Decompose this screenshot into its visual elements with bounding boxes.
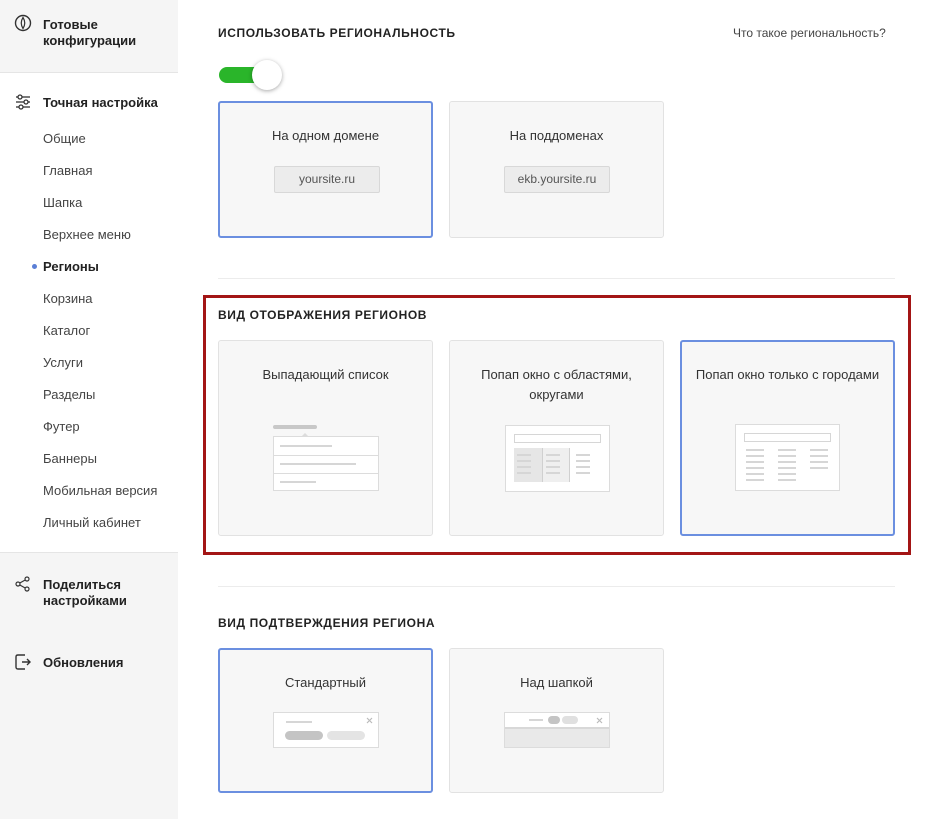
- regionality-help-link[interactable]: Что такое региональность?: [733, 26, 886, 40]
- sidebar-fine-tuning: Точная настройка Общие Главная Шапка Вер…: [0, 73, 178, 553]
- standard-illustration: [273, 712, 379, 748]
- sidebar-item-account[interactable]: Личный кабинет: [43, 515, 141, 531]
- option-label: Выпадающий список: [262, 367, 389, 382]
- preset-config-icon: [14, 14, 32, 32]
- close-icon: [596, 717, 603, 724]
- option-single-domain[interactable]: На одном домене yoursite.ru: [218, 101, 433, 238]
- sidebar-item-banners[interactable]: Баннеры: [43, 451, 97, 467]
- regionality-toggle[interactable]: [219, 60, 283, 90]
- sidebar-presets[interactable]: Готовые конфигурации: [0, 0, 178, 73]
- sidebar-item-regions[interactable]: Регионы: [43, 259, 99, 275]
- option-popup-regions[interactable]: Попап окно с областями, округами: [449, 340, 664, 536]
- option-popup-cities[interactable]: Попап окно только с городами: [680, 340, 895, 536]
- above-header-illustration: [504, 712, 610, 748]
- domain-example: ekb.yoursite.ru: [504, 166, 610, 193]
- option-above-header[interactable]: Над шапкой: [449, 648, 664, 793]
- dropdown-illustration: [273, 423, 379, 491]
- update-icon: [15, 654, 31, 670]
- option-label: Попап окно с областями, округами: [481, 367, 632, 402]
- sidebar-fine-tuning-label[interactable]: Точная настройка: [43, 95, 158, 111]
- sidebar-presets-label: Готовые конфигурации: [43, 17, 137, 48]
- sliders-icon: [16, 94, 30, 110]
- option-label: Над шапкой: [520, 675, 593, 690]
- option-label: На поддоменах: [509, 128, 604, 143]
- settings-sidebar: Готовые конфигурации Точная настройка Об…: [0, 0, 178, 819]
- sidebar-item-services[interactable]: Услуги: [43, 355, 83, 371]
- option-label: Стандартный: [284, 675, 367, 690]
- sidebar-item-header[interactable]: Шапка: [43, 195, 82, 211]
- option-dropdown-list[interactable]: Выпадающий список: [218, 340, 433, 536]
- sidebar-item-cart[interactable]: Корзина: [43, 291, 93, 307]
- sidebar-item-main[interactable]: Главная: [43, 163, 92, 179]
- confirm-title: ВИД ПОДТВЕРЖДЕНИЯ РЕГИОНА: [218, 616, 436, 630]
- sidebar-item-sections[interactable]: Разделы: [43, 387, 95, 403]
- section-divider: [218, 278, 895, 279]
- sidebar-item-general[interactable]: Общие: [43, 131, 86, 147]
- display-title: ВИД ОТОБРАЖЕНИЯ РЕГИОНОВ: [218, 308, 428, 322]
- sidebar-item-top-menu[interactable]: Верхнее меню: [43, 227, 131, 243]
- sidebar-item-footer[interactable]: Футер: [43, 419, 80, 435]
- close-icon: [366, 717, 373, 724]
- regionality-title: ИСПОЛЬЗОВАТЬ РЕГИОНАЛЬНОСТЬ: [218, 26, 456, 40]
- popup-cities-illustration: [735, 424, 840, 491]
- option-label: На одном домене: [271, 128, 380, 143]
- domain-example: yoursite.ru: [274, 166, 380, 193]
- toggle-knob: [252, 60, 282, 90]
- sidebar-item-catalog[interactable]: Каталог: [43, 323, 90, 339]
- option-subdomains[interactable]: На поддоменах ekb.yoursite.ru: [449, 101, 664, 238]
- sidebar-item-mobile[interactable]: Мобильная версия: [43, 483, 157, 499]
- active-indicator-dot: [32, 264, 37, 269]
- option-standard[interactable]: Стандартный: [218, 648, 433, 793]
- popup-regions-illustration: [505, 425, 610, 492]
- sidebar-bottom: Поделиться настройками Обновления: [0, 553, 178, 819]
- sidebar-share-label[interactable]: Поделиться настройками: [43, 577, 153, 609]
- sidebar-updates-label[interactable]: Обновления: [43, 655, 124, 671]
- section-divider: [218, 586, 895, 587]
- option-label: Попап окно только с городами: [695, 367, 880, 382]
- share-icon: [15, 576, 30, 592]
